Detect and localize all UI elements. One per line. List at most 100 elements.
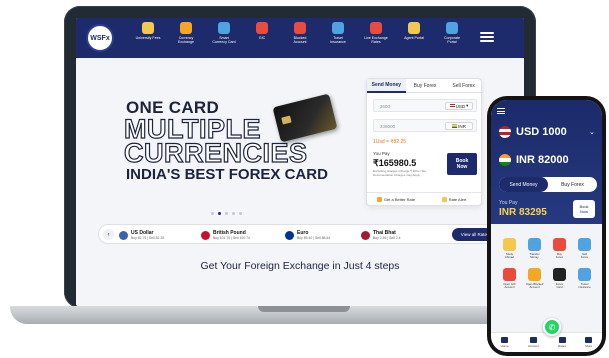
rate-item[interactable]: US Dollar Buy 82.75 | Sell 82.25 bbox=[119, 228, 164, 242]
laptop-screen: WSFx University Fees Currency Exchange Sma… bbox=[76, 18, 524, 306]
currency-flag-icon bbox=[201, 230, 210, 240]
currency-flag-icon bbox=[285, 230, 294, 240]
chevron-left-icon[interactable]: ‹ bbox=[103, 229, 114, 240]
phone-nav-item[interactable]: More bbox=[585, 337, 593, 348]
nav-item-label: GIC bbox=[258, 36, 266, 40]
service-icon bbox=[578, 238, 591, 251]
bell-icon bbox=[441, 197, 447, 202]
nav-icon bbox=[501, 337, 509, 343]
exchange-widget: Send Money Buy Forex Sell Forex 3600 USD… bbox=[366, 78, 484, 206]
us-flag-icon bbox=[499, 126, 511, 138]
handshake-icon bbox=[256, 22, 268, 34]
receive-currency-select[interactable]: INR bbox=[445, 122, 473, 130]
currency-flag-icon bbox=[119, 230, 128, 240]
nav-icon bbox=[585, 337, 593, 343]
to-currency-row[interactable]: INR 82000 bbox=[499, 154, 569, 166]
nav-item-label: Currency Exchange bbox=[178, 36, 194, 45]
rate-item[interactable]: Thai Bhat Buy 2.46 | Sell 2.4 bbox=[361, 228, 400, 242]
building-icon bbox=[446, 22, 458, 34]
phone-you-pay-value: INR 83295 bbox=[499, 207, 547, 218]
shield-icon bbox=[332, 22, 344, 34]
nav-item-label: Smart Currency Card bbox=[212, 36, 236, 45]
phone-service-item[interactable]: Open GIC Account bbox=[497, 267, 522, 290]
send-currency-select[interactable]: USD ▾ bbox=[445, 102, 473, 110]
phone-nav-label: Account bbox=[527, 344, 539, 348]
laptop-notch bbox=[258, 306, 350, 312]
carousel-dots[interactable] bbox=[211, 212, 242, 215]
service-icon bbox=[528, 238, 541, 251]
rate-item[interactable]: British Pound Buy 101.70 | Sell 100.74 bbox=[201, 228, 250, 242]
rate-alert-link[interactable]: Rate Alert bbox=[425, 193, 483, 206]
us-flag-icon bbox=[449, 104, 455, 108]
tab-send-money[interactable]: Send Money bbox=[367, 79, 406, 93]
phone-nav-item[interactable]: Home bbox=[501, 337, 509, 348]
phone-service-item[interactable]: Transfer Money bbox=[522, 238, 547, 260]
phone-service-label: Sell Forex bbox=[580, 252, 589, 260]
phone-tab-send-money[interactable]: Send Money bbox=[499, 177, 548, 192]
site-logo[interactable]: WSFx bbox=[86, 24, 114, 52]
nav-item-label: Live Exchange Rates bbox=[364, 36, 388, 45]
nav-item-3[interactable]: GIC bbox=[242, 22, 282, 56]
menu-icon[interactable] bbox=[497, 108, 505, 114]
agent-icon bbox=[408, 22, 420, 34]
euro-icon bbox=[294, 22, 306, 34]
nav-item-label: Travel Insurance bbox=[330, 36, 346, 45]
service-icon bbox=[503, 267, 516, 281]
phone-book-now-button[interactable]: Book Now bbox=[573, 200, 595, 218]
nav-item-4[interactable]: Blocked Account bbox=[280, 22, 320, 56]
phone-services-grid: Study Abroad Transfer Money Buy Forex Sell … bbox=[497, 238, 597, 290]
chevron-down-icon[interactable]: ⌄ bbox=[589, 128, 595, 136]
nav-item-5[interactable]: Travel Insurance bbox=[318, 22, 358, 56]
tag-icon bbox=[376, 197, 382, 202]
nav-icon bbox=[529, 337, 537, 343]
menu-icon[interactable] bbox=[480, 32, 494, 42]
nav-item-7[interactable]: Agent Portal bbox=[394, 22, 434, 56]
nav-item-0[interactable]: University Fees bbox=[128, 22, 168, 56]
service-icon bbox=[553, 267, 566, 281]
phone-nav-label: More bbox=[585, 344, 593, 348]
to-amount: INR 82000 bbox=[516, 154, 569, 166]
service-icon bbox=[528, 267, 541, 281]
phone-service-label: Study Abroad bbox=[504, 252, 515, 260]
phone-service-item[interactable]: Travel Insurance bbox=[572, 267, 597, 290]
phone-service-item[interactable]: Study Abroad bbox=[497, 238, 522, 260]
from-currency-row[interactable]: USD 1000 bbox=[499, 126, 567, 138]
tab-buy-forex[interactable]: Buy Forex bbox=[405, 79, 445, 93]
service-icon bbox=[503, 238, 516, 251]
card-icon bbox=[218, 22, 230, 34]
send-amount-input[interactable]: 3600 USD ▾ bbox=[373, 99, 477, 112]
nav-item-1[interactable]: Currency Exchange bbox=[166, 22, 206, 56]
phone-service-item[interactable]: Sell Forex bbox=[572, 238, 597, 260]
nav-item-label: Corporate Portal bbox=[444, 36, 460, 45]
better-rate-link[interactable]: Get a Better Rate bbox=[367, 193, 425, 206]
india-flag-icon bbox=[499, 154, 511, 166]
phone-nav-item[interactable]: Rates bbox=[558, 337, 566, 348]
hero-line-4: INDIA'S BEST FOREX CARD bbox=[126, 166, 328, 183]
tab-sell-forex[interactable]: Sell Forex bbox=[444, 79, 484, 93]
chart-icon bbox=[370, 22, 382, 34]
nav-item-6[interactable]: Live Exchange Rates bbox=[356, 22, 396, 56]
nav-item-8[interactable]: Corporate Portal bbox=[432, 22, 472, 56]
chevron-down-icon: ▾ bbox=[466, 103, 469, 108]
phone-tabs: Send Money Buy Forex bbox=[499, 177, 597, 192]
phone-tab-buy-forex[interactable]: Buy Forex bbox=[548, 177, 597, 192]
phone-screen: USD 1000 ⌄ INR 82000 Send Money Buy Fore… bbox=[491, 100, 602, 352]
top-nav: WSFx University Fees Currency Exchange Sma… bbox=[76, 18, 524, 58]
phone-service-label: Transfer Money bbox=[529, 252, 540, 260]
hero-line-3: CURRENCIES bbox=[123, 137, 308, 168]
fine-print: Excluding charges (Charge ₹ 400+) Tax, D… bbox=[373, 169, 427, 177]
phone-service-item[interactable]: Forex Card bbox=[547, 267, 572, 290]
receive-amount-input[interactable]: 338000 INR bbox=[373, 119, 477, 132]
service-icon bbox=[578, 267, 591, 281]
whatsapp-icon[interactable]: ✆ bbox=[543, 318, 561, 336]
phone-bottom-nav: Home Account Rates More bbox=[491, 332, 602, 352]
phone-nav-item[interactable]: Account bbox=[528, 337, 539, 348]
steps-heading: Get Your Foreign Exchange in Just 4 step… bbox=[200, 260, 400, 272]
book-now-button[interactable]: Book Now bbox=[447, 153, 477, 175]
nav-item-label: Blocked Account bbox=[293, 36, 307, 45]
phone-service-item[interactable]: Buy Forex bbox=[547, 238, 572, 260]
rate-item[interactable]: Euro Buy 89.40 | Sell 88.64 bbox=[285, 228, 330, 242]
phone-service-item[interactable]: Open Blocked Account bbox=[522, 267, 547, 290]
coins-icon bbox=[180, 22, 192, 34]
nav-item-2[interactable]: Smart Currency Card bbox=[204, 22, 244, 56]
